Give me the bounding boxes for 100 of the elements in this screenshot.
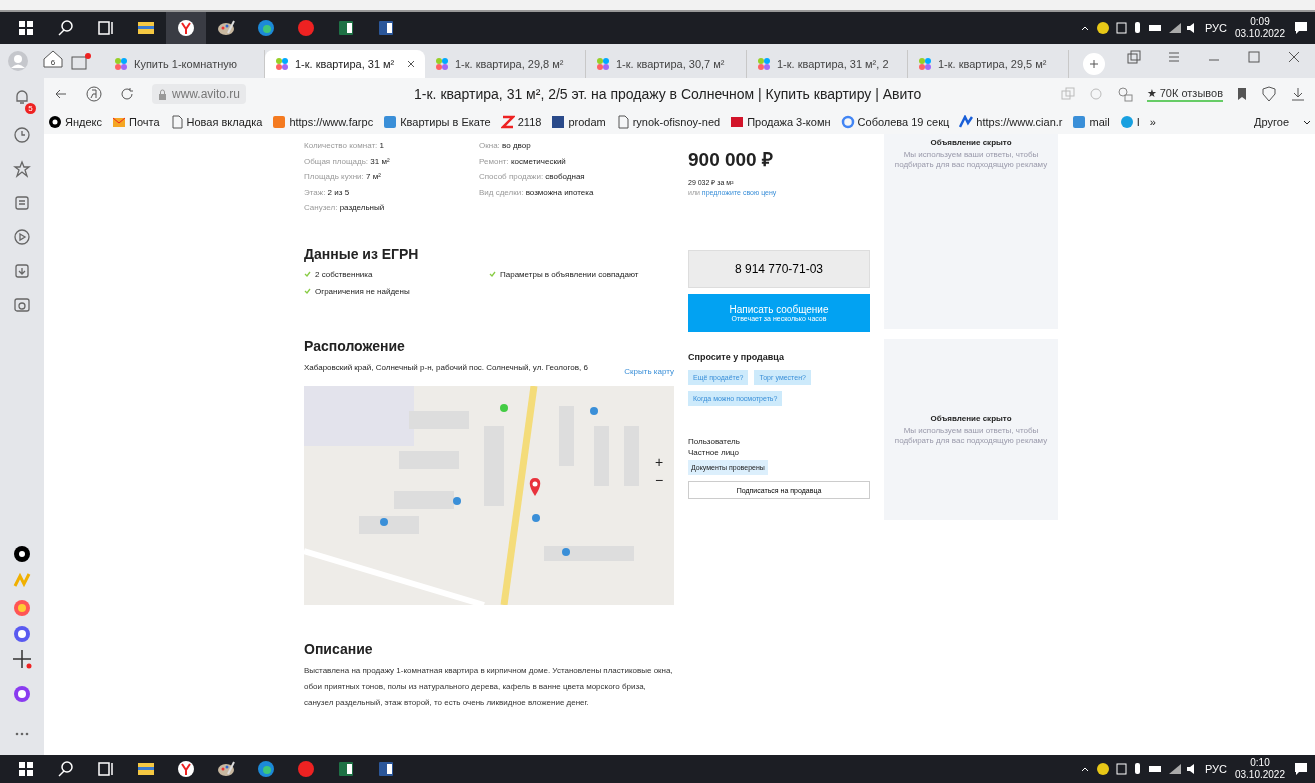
bookmark-favicon-icon	[551, 115, 566, 129]
clock[interactable]: 0:10 03.10.2022	[1234, 757, 1285, 781]
zoom-in-button[interactable]: +	[652, 453, 666, 470]
tray-chevron-icon[interactable]	[1080, 766, 1089, 772]
star-icon[interactable]	[13, 160, 31, 178]
address-field[interactable]: www.avito.ru	[152, 84, 247, 104]
download-icon[interactable]	[1291, 87, 1305, 101]
seller-name: Пользователь	[688, 436, 741, 447]
bookmark-favicon-icon	[615, 115, 630, 129]
close-icon[interactable]	[1287, 50, 1301, 64]
bookmark-item[interactable]: Соболева 19 секц	[840, 115, 950, 129]
bookmark-favicon-icon	[840, 115, 855, 129]
check-icon	[489, 271, 496, 277]
bookmark-item[interactable]: Новая вкладка	[169, 115, 263, 129]
bookmark-item[interactable]: Продажа 3-комн	[730, 115, 831, 129]
param-item: Вид сделки: возможна ипотека	[479, 186, 595, 199]
ad-title: Объявление скрыто	[929, 413, 1013, 423]
more-bookmarks-button[interactable]: »	[1149, 116, 1156, 128]
dots-favicon-icon	[757, 57, 771, 71]
close-icon[interactable]	[407, 60, 415, 68]
bookmark-favicon-icon	[48, 115, 62, 129]
page-title: 1-к. квартира, 31 м², 2/5 эт. на продажу в Солнечном | Купить квартиру | Авито	[414, 86, 922, 102]
extension-icon[interactable]	[1116, 86, 1133, 102]
bookmark-favicon-icon	[1072, 115, 1087, 129]
hide-map-link[interactable]: Скрыть карту	[624, 366, 674, 376]
download-icon[interactable]	[13, 262, 31, 280]
bell-icon[interactable]	[13, 88, 31, 106]
ask-seller-heading: Спросите у продавца	[688, 352, 785, 362]
lock-icon	[158, 88, 167, 100]
seller-type: Частное лицо	[688, 447, 741, 458]
back-icon[interactable]	[54, 87, 68, 101]
clock-icon[interactable]	[13, 126, 31, 144]
bookmark-item[interactable]: https://www.farpc	[272, 115, 374, 129]
bookmark-favicon-icon	[959, 115, 974, 129]
phone-button[interactable]: 8 914 770-71-03	[688, 250, 870, 288]
browser-tab[interactable]: 1-к. квартира, 31 м²	[265, 50, 425, 78]
dots-favicon-icon	[114, 57, 128, 71]
dots-favicon-icon	[918, 57, 932, 71]
bookmark-favicon-icon	[1119, 115, 1134, 129]
new-window-icon[interactable]	[70, 52, 92, 70]
description-text: Выставлена на продажу 1-комнатная квартира в кирпичном доме. Установлены пластиковые окна, обои приятных тонов, полы из натурального дерева, кафель в ванне цвета морского бриза, санузел раздельный, этаж второй, то есть очень ликвидное вложение денег.	[304, 664, 674, 709]
yandex-circle-icon[interactable]	[86, 86, 102, 102]
zoom-out-button[interactable]: −	[652, 471, 666, 488]
play-icon[interactable]	[13, 228, 31, 246]
dots-favicon-icon	[275, 57, 289, 71]
check-item: Параметры в объявлении совпадают	[500, 268, 639, 281]
bookmark-item[interactable]: rynok-ofisnoy-ned	[615, 115, 721, 129]
ad-text: Мы используем ваши ответы, чтобы подбирать для вас подходящую рекламу	[893, 150, 1049, 170]
reviews-link[interactable]: ★ 70К отзывов	[1146, 86, 1223, 102]
bookmark-item[interactable]: Почта	[112, 115, 160, 129]
bookmark-favicon-icon	[383, 115, 398, 129]
notification-badge: 5	[25, 103, 36, 114]
bookmark-item[interactable]: I	[1119, 115, 1140, 129]
ad-title: Объявление скрыто	[929, 138, 1013, 147]
notification-icon[interactable]	[1293, 20, 1309, 36]
bookmark-item[interactable]: prodam	[551, 115, 606, 129]
bookmark-favicon-icon	[272, 115, 287, 129]
bookmark-favicon-icon	[730, 115, 745, 129]
address-text: Хабаровский край, Солнечный р-н, рабочий пос. Солнечный, ул. Геологов, 6	[304, 361, 589, 374]
bookmark-favicon-icon	[112, 115, 126, 129]
bookmark-item[interactable]: mail	[1072, 115, 1110, 129]
notification-icon[interactable]	[1293, 761, 1309, 777]
param-item: Санузел: раздельный	[304, 202, 386, 214]
image-icon[interactable]	[13, 296, 31, 314]
taskbar-app-icon[interactable]	[166, 12, 206, 44]
dots-favicon-icon	[596, 57, 610, 71]
param-item: Ремонт: косметический	[479, 155, 567, 168]
section-heading: Расположение	[304, 337, 406, 354]
tray-chevron-icon[interactable]	[1080, 25, 1089, 31]
clock[interactable]: 0:09 03.10.2022	[1234, 16, 1285, 40]
param-item: Окна: во двор	[479, 140, 532, 152]
bookmark-favicon-icon	[500, 115, 515, 129]
bookmark-item[interactable]: Квартиры в Екате	[383, 115, 491, 129]
check-icon	[304, 288, 311, 294]
section-heading: Данные из ЕГРН	[304, 245, 420, 262]
dots-favicon-icon	[435, 57, 449, 71]
bookmark-item[interactable]: 2118	[500, 115, 542, 129]
param-item: Общая площадь: 31 м²	[304, 155, 391, 168]
param-item: Этаж: 2 из 5	[304, 186, 351, 199]
ad-text: Мы используем ваши ответы, чтобы подбирать для вас подходящую рекламу	[893, 425, 1049, 446]
reload-icon[interactable]	[120, 87, 134, 101]
language-indicator[interactable]: РУС	[1204, 22, 1227, 34]
bookmark-item[interactable]: Яндекс	[48, 115, 102, 129]
bookmark-item[interactable]: https://www.cian.r	[959, 115, 1063, 129]
tabs-icon[interactable]	[1127, 50, 1141, 64]
dropdown-caret-icon[interactable]	[1303, 119, 1311, 125]
other-bookmarks-button[interactable]: Другое	[1254, 116, 1293, 128]
tray-icons[interactable]	[1096, 21, 1197, 35]
param-item: Способ продажи: свободная	[479, 171, 586, 183]
param-item: Площадь кухни: 7 м²	[304, 171, 382, 183]
shield-icon[interactable]	[1261, 86, 1277, 102]
collections-icon[interactable]	[13, 194, 31, 212]
language-indicator[interactable]: РУС	[1204, 763, 1227, 775]
tray-icons[interactable]	[1096, 762, 1197, 776]
section-heading: Описание	[304, 640, 374, 657]
param-item: Количество комнат: 1	[304, 140, 385, 152]
bookmark-icon[interactable]	[1237, 87, 1247, 101]
check-icon	[304, 271, 311, 277]
price: 900 000 ₽	[688, 148, 774, 172]
check-item: 2 собственника	[315, 268, 373, 281]
